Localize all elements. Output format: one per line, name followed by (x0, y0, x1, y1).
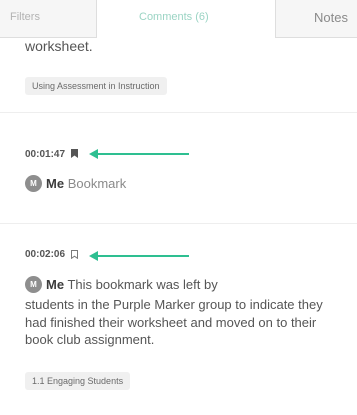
comment-body-first-line: This bookmark was left by (67, 277, 218, 292)
comment-divider (0, 223, 357, 224)
arrow-left-icon (89, 149, 189, 159)
comment-text: Me This bookmark was left by (46, 277, 218, 292)
tab-filters[interactable]: Filters (0, 0, 97, 38)
tab-comments[interactable]: Comments (6) (97, 0, 275, 42)
comment-author: Me (46, 176, 65, 191)
comment-tag[interactable]: Using Assessment in Instruction (25, 77, 167, 95)
previous-comment-text: worksheet. (25, 38, 93, 54)
comment-divider (0, 112, 357, 113)
comment-timestamp[interactable]: 00:02:06 (25, 249, 65, 260)
bookmark-outline-icon[interactable] (71, 250, 78, 259)
bookmark-filled-icon[interactable] (71, 149, 78, 158)
tab-filters-label: Filters (10, 11, 40, 23)
avatar: M (25, 276, 42, 293)
comment-timestamp[interactable]: 00:01:47 (25, 149, 65, 160)
comment-text: Me Bookmark (46, 176, 126, 191)
tab-comments-label: Comments (6) (139, 11, 209, 23)
comment-tag[interactable]: 1.1 Engaging Students (25, 372, 131, 390)
avatar: M (25, 175, 42, 192)
tab-notes[interactable]: Notes (275, 0, 357, 38)
comment-body: students in the Purple Marker group to i… (25, 297, 323, 347)
arrow-left-icon (89, 251, 189, 261)
panel-tabs: Filters Comments (6) Notes (0, 0, 357, 42)
comment-author: Me (46, 277, 65, 292)
comment-body: Bookmark (67, 176, 127, 191)
tab-notes-label: Notes (314, 10, 348, 25)
